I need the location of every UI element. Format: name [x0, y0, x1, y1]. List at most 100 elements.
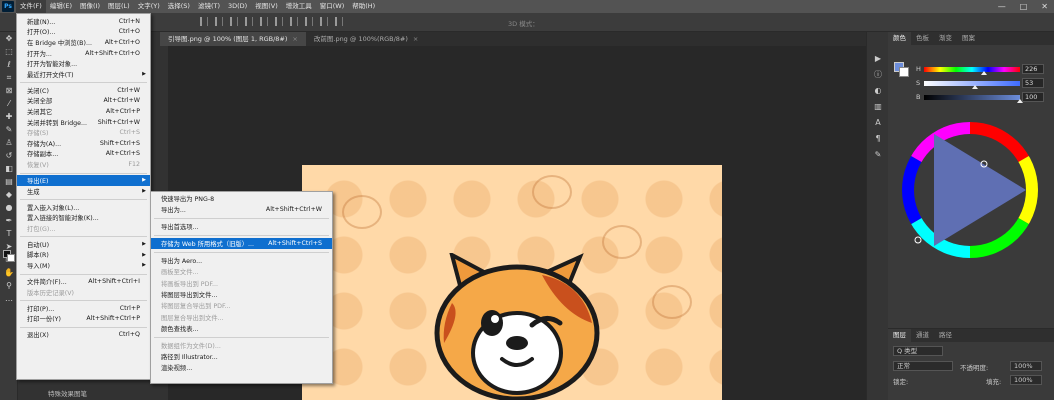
menu-2[interactable]: 图像(I): [76, 0, 104, 13]
color-wheel[interactable]: [896, 116, 1044, 264]
menu-10[interactable]: 窗口(W): [316, 0, 349, 13]
menu-item[interactable]: 渲染视频...: [151, 362, 332, 373]
adjust-icon[interactable]: ◐: [867, 82, 889, 98]
menu-item[interactable]: 置入嵌入对象(L)...: [17, 202, 150, 213]
menu-separator: [154, 218, 329, 220]
opacity-field[interactable]: 100%: [1010, 361, 1042, 371]
menu-item[interactable]: 置入链接的智能对象(K)...: [17, 212, 150, 223]
menu-11[interactable]: 帮助(H): [348, 0, 379, 13]
tab-channels[interactable]: 通道: [911, 329, 934, 342]
paragraph-icon[interactable]: A: [867, 114, 889, 130]
background-color-swatch[interactable]: [7, 254, 15, 262]
menu-item[interactable]: 关闭其它 Alt+Ctrl+P: [17, 106, 150, 117]
tab-color[interactable]: 颜色: [888, 32, 911, 45]
tab-paths[interactable]: 路径: [934, 329, 957, 342]
brightness-value-field[interactable]: 100: [1022, 92, 1044, 102]
saturation-label: S: [916, 79, 921, 87]
hue-value-field[interactable]: 226: [1022, 64, 1044, 74]
menu-item-label: 存储(S): [27, 130, 49, 138]
distribute-icon[interactable]: [290, 17, 298, 26]
close-window-button[interactable]: ✕: [1041, 2, 1048, 11]
menu-1[interactable]: 编辑(E): [46, 0, 76, 13]
menu-6[interactable]: 滤镜(T): [194, 0, 224, 13]
menu-5[interactable]: 选择(S): [164, 0, 194, 13]
menu-9[interactable]: 增效工具: [282, 0, 316, 13]
menu-item[interactable]: 导出首选项...: [151, 221, 332, 232]
hue-knob[interactable]: [981, 71, 988, 75]
brightness-track[interactable]: [924, 95, 1020, 100]
document-canvas[interactable]: [302, 165, 722, 400]
menu-item[interactable]: 存储为 Web 所用格式（旧版）... Alt+Shift+Ctrl+S: [151, 238, 332, 250]
left-panel-row[interactable]: 特殊效果图笔: [48, 388, 87, 398]
saturation-knob[interactable]: [971, 85, 978, 89]
menu-item[interactable]: 存储副本... Alt+Ctrl+S: [17, 149, 150, 160]
menu-item[interactable]: 颜色查找表...: [151, 323, 332, 334]
menu-bar: Ps 文件(F) 编辑(E) 图像(I) 图层(L) 文字(Y) 选择(S) 滤镜(T) 3D…: [0, 0, 1054, 13]
saturation-slider[interactable]: S 53: [888, 78, 1054, 89]
brush-settings-icon[interactable]: ✎: [867, 146, 889, 162]
menu-item[interactable]: 在 Bridge 中浏览(B)... Alt+Ctrl+O: [17, 37, 150, 48]
menu-item[interactable]: 快速导出为 PNG-8: [151, 193, 332, 204]
menu-3[interactable]: 图层(L): [104, 0, 134, 13]
menu-item-shortcut: Alt+Shift+Ctrl+S: [268, 240, 322, 248]
menu-item[interactable]: 打开为智能对象...: [17, 58, 150, 69]
align-right-icon[interactable]: [230, 17, 238, 26]
saturation-value-field[interactable]: 53: [1022, 78, 1044, 88]
menu-item[interactable]: 打印一份(Y) Alt+Shift+Ctrl+P: [17, 313, 150, 324]
info-icon[interactable]: ⓘ: [867, 66, 889, 82]
menu-item[interactable]: 自动(U) ▶: [17, 239, 150, 250]
menu-item[interactable]: 导出为... Alt+Shift+Ctrl+W: [151, 204, 332, 215]
menu-item-label: 渲染视频...: [161, 365, 193, 373]
distribute-h-icon[interactable]: [305, 17, 313, 26]
tab-patterns[interactable]: 图案: [957, 32, 980, 45]
menu-item[interactable]: 导入(M) ▶: [17, 260, 150, 271]
tab-gradients[interactable]: 渐变: [934, 32, 957, 45]
menu-item[interactable]: 打开(O)... Ctrl+O: [17, 27, 150, 38]
close-tab-icon[interactable]: ×: [292, 35, 297, 43]
menu-0[interactable]: 文件(F): [16, 0, 46, 13]
3d-mode: 3D 模式：: [508, 18, 539, 28]
hue-slider[interactable]: H 226: [888, 64, 1054, 75]
distribute-v-icon[interactable]: [320, 17, 328, 26]
menu-item[interactable]: 新建(N)... Ctrl+N: [17, 16, 150, 27]
menu-item[interactable]: 关闭(C) Ctrl+W: [17, 85, 150, 96]
minimize-button[interactable]: —: [998, 2, 1006, 11]
layer-kind-filter[interactable]: Q 类型: [893, 346, 943, 356]
character-icon[interactable]: ¶: [867, 130, 889, 146]
menu-item[interactable]: 关闭并转到 Bridge... Shift+Ctrl+W: [17, 117, 150, 128]
align-center-icon[interactable]: [215, 17, 223, 26]
menu-item[interactable]: 导出(E) ▶: [17, 175, 150, 186]
histogram-icon[interactable]: ▥: [867, 98, 889, 114]
menu-item[interactable]: 脚本(R) ▶: [17, 250, 150, 261]
close-tab-icon[interactable]: ×: [413, 35, 418, 43]
tab-swatches[interactable]: 色板: [911, 32, 934, 45]
fill-field[interactable]: 100%: [1010, 375, 1042, 385]
menu-item[interactable]: 生成 ▶: [17, 186, 150, 197]
menu-item[interactable]: 将图层导出到文件...: [151, 289, 332, 300]
play-icon[interactable]: ▶: [867, 50, 889, 66]
menu-item[interactable]: 最近打开文件(T) ▶: [17, 69, 150, 80]
tab-layers[interactable]: 图层: [888, 329, 911, 342]
align-left-icon[interactable]: [200, 17, 208, 26]
hue-track[interactable]: [924, 67, 1020, 72]
blend-mode-select[interactable]: 正常: [893, 361, 953, 371]
menu-item[interactable]: 导出为 Aero...: [151, 255, 332, 266]
menu-item[interactable]: 存储为(A)... Shift+Ctrl+S: [17, 138, 150, 149]
menu-item[interactable]: 文件简介(F)... Alt+Shift+Ctrl+I: [17, 276, 150, 287]
align-middle-icon[interactable]: [260, 17, 268, 26]
menu-4[interactable]: 文字(Y): [134, 0, 164, 13]
menu-item[interactable]: 打开为... Alt+Shift+Ctrl+O: [17, 48, 150, 59]
more-options-icon[interactable]: [335, 17, 343, 26]
menu-item[interactable]: 关闭全部 Alt+Ctrl+W: [17, 96, 150, 107]
menu-item[interactable]: 路径到 Illustrator...: [151, 351, 332, 362]
tab-document-1[interactable]: 引导图.png @ 100% (图层 1, RGB/8#) ×: [160, 32, 306, 46]
menu-item[interactable]: 打印(P)... Ctrl+P: [17, 303, 150, 314]
align-top-icon[interactable]: [245, 17, 253, 26]
tab-document-2[interactable]: 改前图.png @ 100%(RGB/8#) ×: [306, 32, 426, 46]
menu-item[interactable]: 退出(X) Ctrl+Q: [17, 329, 150, 340]
align-bottom-icon[interactable]: [275, 17, 283, 26]
brightness-slider[interactable]: B 100: [888, 92, 1054, 103]
menu-7[interactable]: 3D(D): [224, 0, 251, 13]
maximize-button[interactable]: □: [1020, 2, 1028, 11]
menu-8[interactable]: 视图(V): [251, 0, 282, 13]
